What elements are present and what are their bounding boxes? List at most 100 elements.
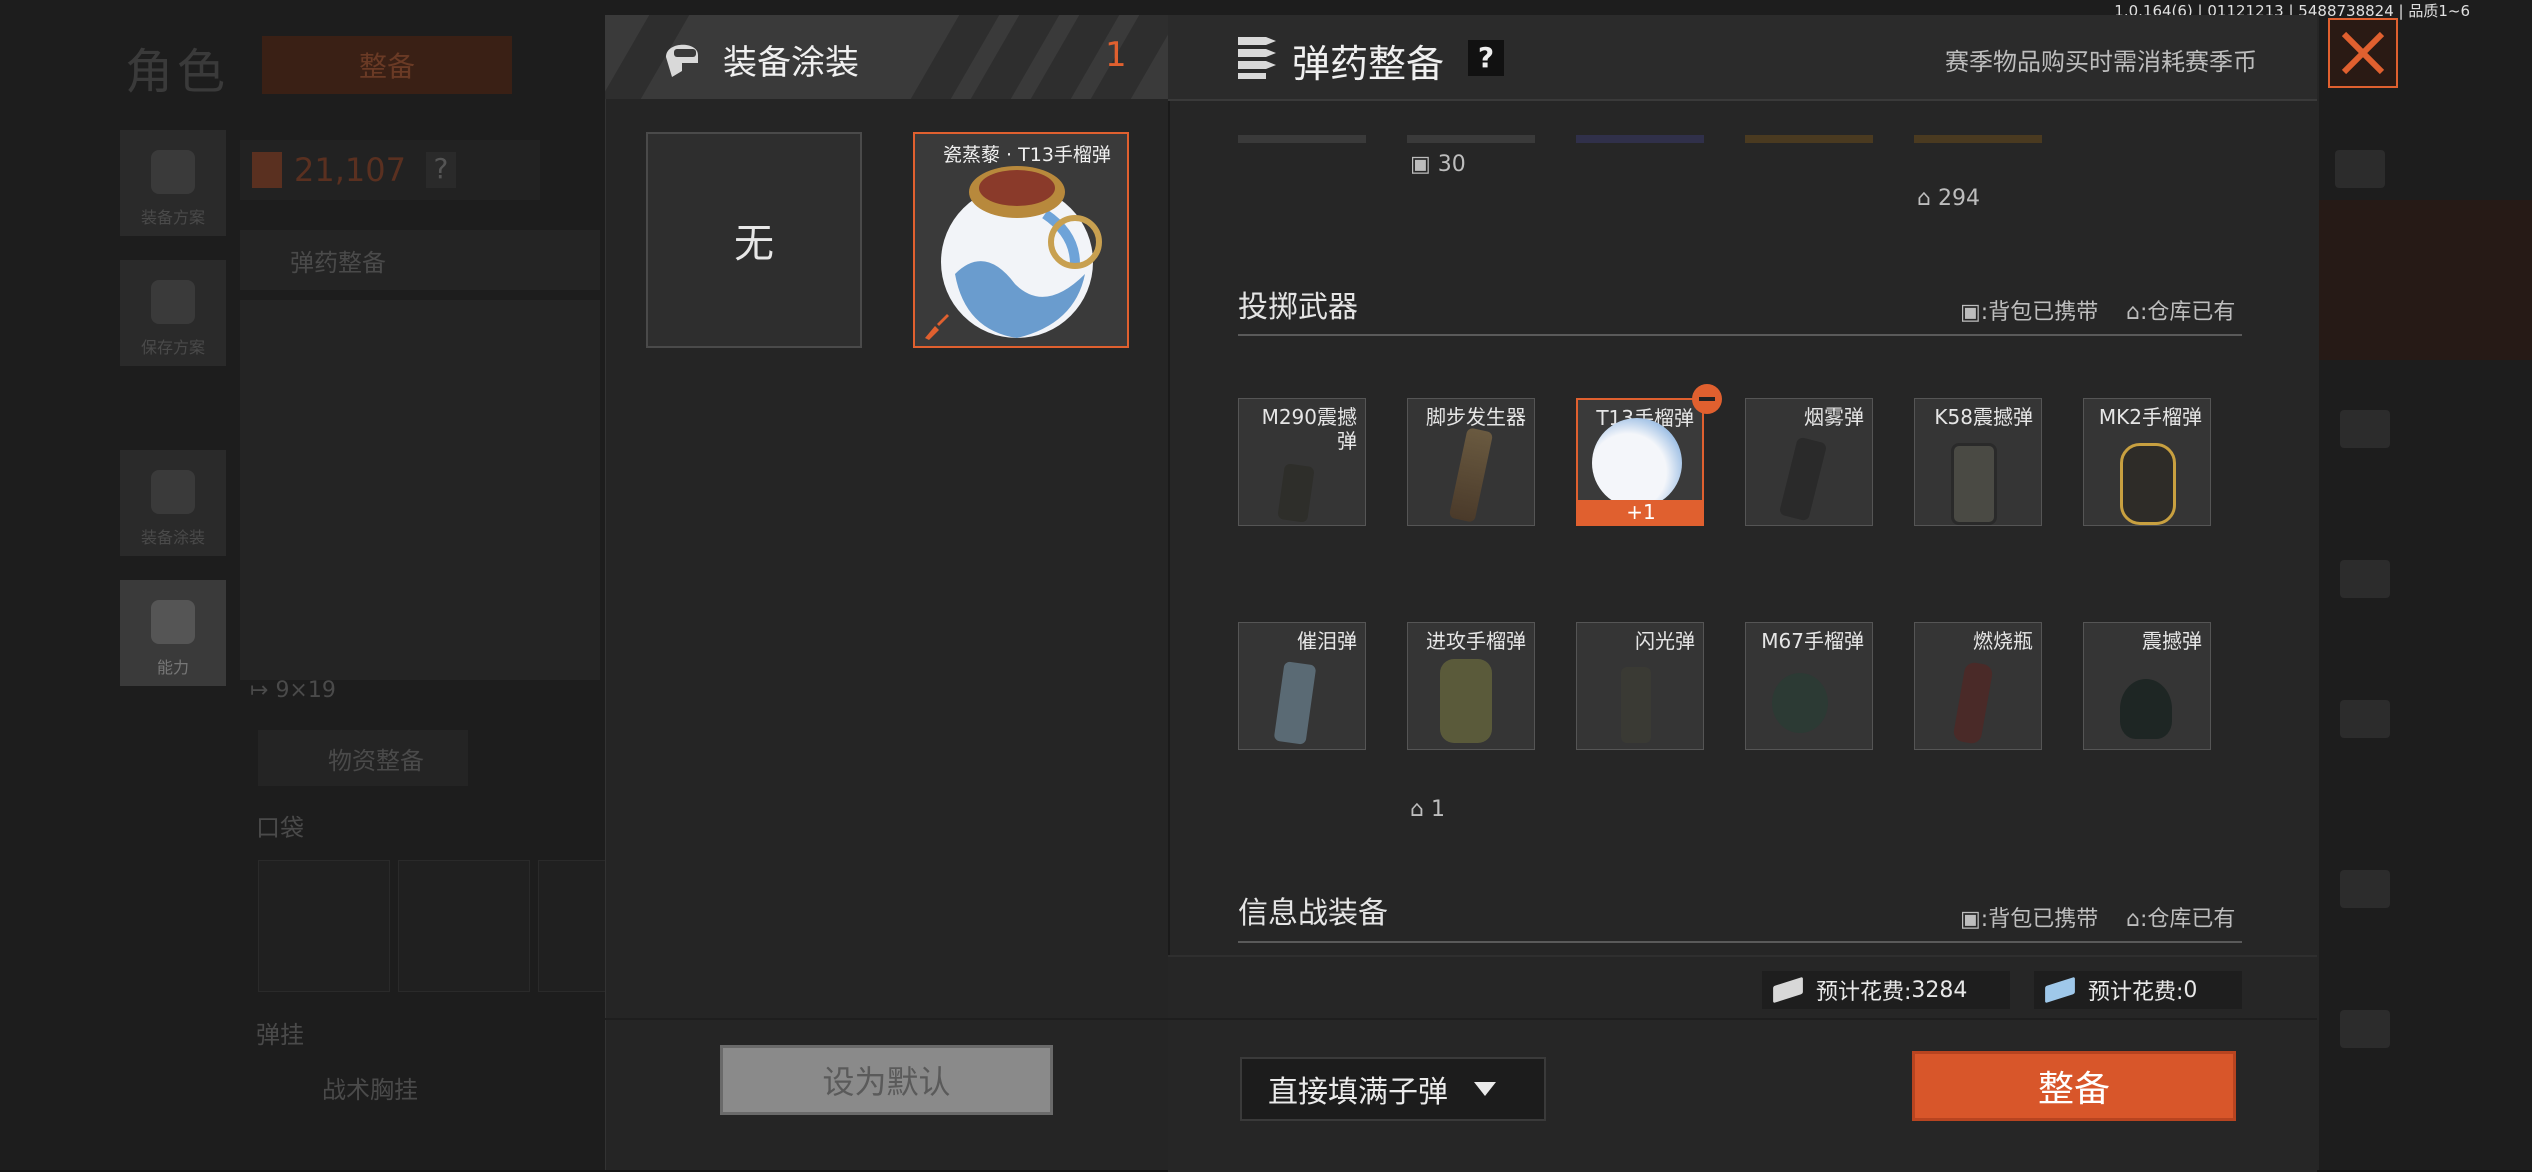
section-divider (1238, 334, 2242, 336)
skin-count: 1 (1105, 35, 1127, 75)
bg-chest-rig: 战术胸挂 (322, 1076, 418, 1104)
bg-ammo-button[interactable]: 弹药整备 (240, 230, 600, 290)
ticket-icon (1773, 976, 1803, 1004)
bg-right-selected-slot[interactable] (2318, 200, 2532, 360)
bg-weapon-panel (240, 300, 600, 680)
bg-side-ability[interactable]: 能力 (120, 580, 226, 686)
m67-grenade-icon (1772, 673, 1828, 733)
quantity-badge: +1 (1578, 500, 1702, 524)
item-offensive[interactable]: 进攻手榴弹 (1407, 622, 1535, 750)
vest-icon (151, 150, 195, 194)
fill-mode-select[interactable]: 直接填满子弹 (1240, 1057, 1546, 1121)
partial-tile[interactable] (1745, 135, 1873, 143)
backpack-count: ▣ 30 (1410, 152, 1466, 177)
ammo-stack-icon (1238, 37, 1276, 79)
t13-grenade-icon (1592, 418, 1682, 508)
item-stun[interactable]: 震撼弹 (2083, 622, 2211, 750)
warehouse-count: ⌂ 294 (1917, 186, 1980, 211)
mk2-grenade-icon (2120, 443, 2176, 525)
helmet-icon (151, 470, 195, 514)
flashbang-icon (1621, 667, 1651, 743)
bg-side-save[interactable]: 保存方案 (120, 260, 226, 366)
item-flash[interactable]: 闪光弹 (1576, 622, 1704, 750)
bg-tab-prep[interactable]: 整备 (262, 36, 512, 94)
item-m290[interactable]: M290震撼 弹 (1238, 398, 1366, 526)
item-tear-gas[interactable]: 催泪弹 (1238, 622, 1366, 750)
ammo-panel-title: 弹药整备 (1292, 42, 1445, 86)
remove-button[interactable] (1692, 384, 1722, 414)
close-button[interactable] (2328, 18, 2398, 88)
season-ticket-icon (2045, 976, 2075, 1004)
minus-icon (1699, 397, 1715, 401)
warehouse-icon: ⌂ (2126, 300, 2140, 325)
bg-ammo-box-icon[interactable] (2335, 150, 2385, 188)
brush-icon (925, 314, 949, 340)
bg-magazine-icon[interactable] (2340, 700, 2390, 738)
bg-caliber: ↦ 9×19 (250, 678, 336, 703)
m290-grenade-icon (1277, 463, 1315, 523)
bg-pocket-slot[interactable] (398, 860, 530, 992)
item-molotov[interactable]: 燃烧瓶 (1914, 622, 2042, 750)
item-t13-selected[interactable]: T13手榴弹 +1 (1576, 398, 1704, 526)
bg-bullet-icon[interactable] (2340, 870, 2390, 908)
footer-divider (1168, 1018, 2317, 1020)
bg-helmet-icon[interactable] (2340, 410, 2390, 448)
skin-slot-none[interactable]: 无 (646, 132, 862, 348)
bg-currency-value: 21,107 (294, 151, 406, 189)
bg-pocket-slot[interactable] (538, 860, 610, 992)
section-title-throwables: 投掷武器 (1238, 290, 1358, 325)
legend-backpack: ▣:背包已携带 (1960, 907, 2099, 932)
partial-tile[interactable] (1407, 135, 1535, 143)
tear-gas-icon (1273, 661, 1317, 745)
bg-currency: 21,107 ? (240, 140, 540, 200)
set-default-button[interactable]: 设为默认 (720, 1045, 1053, 1115)
footstep-generator-icon (1448, 427, 1494, 523)
legend-backpack: ▣:背包已携带 (1960, 300, 2099, 325)
skin-panel-title: 装备涂装 (723, 43, 859, 83)
ammo-panel-header: 弹药整备 ? 赛季物品购买时需消耗赛季币 (1168, 15, 2317, 101)
chevron-down-icon (1474, 1082, 1496, 1096)
download-icon (151, 280, 195, 324)
legend-warehouse: ⌂:仓库已有 (2126, 300, 2236, 325)
bg-gun-icon[interactable] (2340, 560, 2390, 598)
partial-tile[interactable] (1576, 135, 1704, 143)
bg-supply-button[interactable]: 物资整备 (258, 730, 468, 786)
item-mk2[interactable]: MK2手榴弹 (2083, 398, 2211, 526)
bg-currency-icon (252, 152, 282, 188)
item-smoke[interactable]: 烟雾弹 (1745, 398, 1873, 526)
helmet-icon (660, 33, 704, 81)
k58-grenade-icon (1951, 443, 1997, 525)
skin-panel-header: 装备涂装 1 (605, 15, 1168, 99)
bg-sling-label: 弹挂 (256, 1021, 304, 1049)
season-note: 赛季物品购买时需消耗赛季币 (1945, 48, 2257, 76)
warehouse-icon: ⌂ (2126, 907, 2140, 932)
close-icon (2341, 31, 2385, 75)
skin-slot-t13[interactable]: 瓷蒸藜 · T13手榴弹 (913, 132, 1129, 348)
bg-scope-icon[interactable] (2340, 1010, 2390, 1048)
warehouse-icon: ⌂ (1917, 186, 1931, 211)
legend-warehouse: ⌂:仓库已有 (2126, 907, 2236, 932)
bg-help-icon[interactable]: ? (425, 152, 456, 188)
backpack-icon: ▣ (1960, 300, 1981, 325)
warehouse-icon: ⌂ (1410, 797, 1424, 822)
stun-grenade-icon (2120, 679, 2172, 739)
item-k58[interactable]: K58震撼弹 (1914, 398, 2042, 526)
backpack-icon: ▣ (1410, 152, 1431, 177)
bg-side-skin[interactable]: 装备涂装 (120, 450, 226, 556)
prep-button[interactable]: 整备 (1912, 1051, 2236, 1121)
partial-tile[interactable] (1914, 135, 2042, 143)
bg-pocket-label: 口袋 (256, 814, 304, 842)
section-divider (1238, 941, 2242, 943)
bg-side-loadout[interactable]: 装备方案 (120, 130, 226, 236)
cost-normal: 预计花费: 3284 (1762, 971, 2010, 1009)
skin-footer-divider (605, 1018, 1168, 1020)
t13-grenade-skin-icon (941, 166, 1102, 338)
help-icon[interactable]: ? (1468, 40, 1504, 76)
item-footstep[interactable]: 脚步发生器 (1407, 398, 1535, 526)
smoke-grenade-icon (1778, 436, 1828, 522)
bg-page-title: 角色 (125, 44, 230, 100)
bg-pocket-slot[interactable] (258, 860, 390, 992)
item-m67[interactable]: M67手榴弹 (1745, 622, 1873, 750)
partial-tile[interactable] (1238, 135, 1366, 143)
molotov-icon (1952, 661, 1994, 745)
